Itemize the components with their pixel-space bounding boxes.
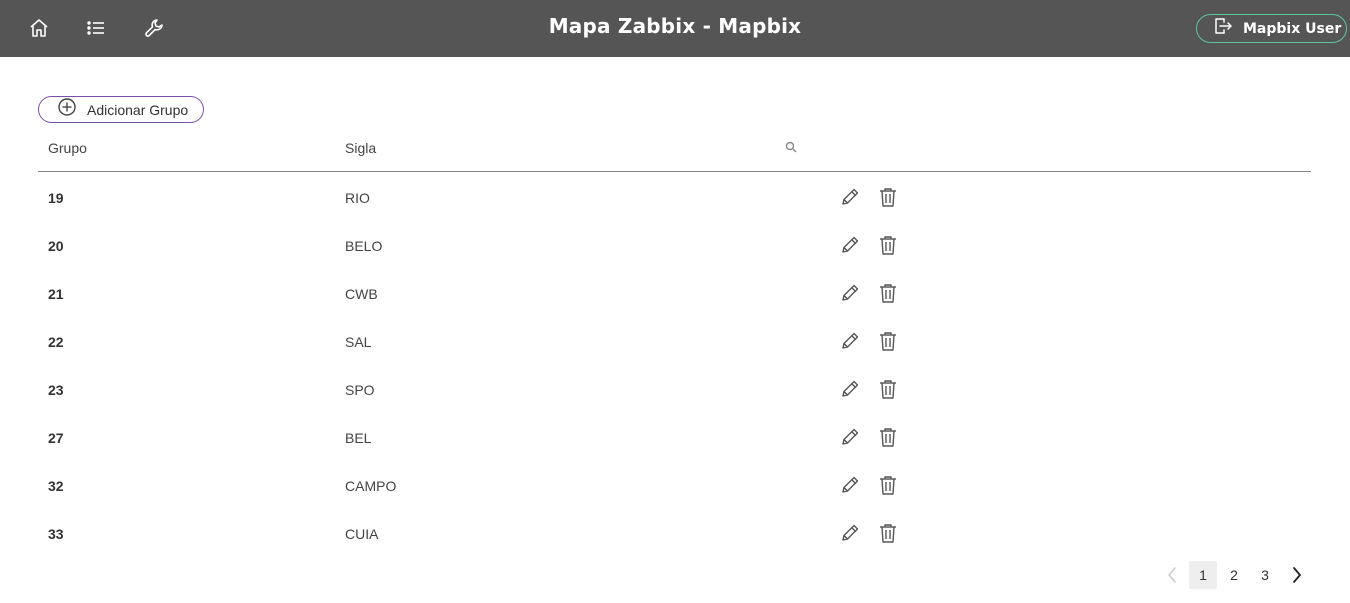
- trash-icon[interactable]: [877, 186, 899, 208]
- row-grupo: 32: [48, 478, 64, 494]
- row-sigla: SAL: [345, 334, 372, 350]
- table-row: 23 SPO: [38, 364, 1311, 412]
- search-icon[interactable]: [785, 140, 797, 153]
- row-grupo: 21: [48, 286, 64, 302]
- column-header-grupo: Grupo: [48, 140, 87, 156]
- row-sigla: BELO: [345, 238, 383, 254]
- app-title: Mapa Zabbix - Mapbix: [548, 14, 802, 38]
- row-sigla: RIO: [345, 190, 370, 206]
- pencil-icon[interactable]: [839, 522, 861, 544]
- row-sigla: CWB: [345, 286, 378, 302]
- pencil-icon[interactable]: [839, 378, 861, 400]
- pagination-next-button[interactable]: [1285, 561, 1309, 589]
- column-header-sigla: Sigla: [345, 140, 377, 156]
- row-grupo: 27: [48, 430, 64, 446]
- trash-icon[interactable]: [877, 378, 899, 400]
- table-row: 20 BELO: [38, 220, 1311, 268]
- table-row: 19 RIO: [38, 172, 1311, 220]
- add-group-button[interactable]: Adicionar Grupo: [38, 96, 204, 123]
- row-grupo: 20: [48, 238, 64, 254]
- add-group-label: Adicionar Grupo: [87, 101, 189, 118]
- trash-icon[interactable]: [877, 234, 899, 256]
- top-bar: Mapa Zabbix - Mapbix Mapbix User: [0, 0, 1350, 57]
- row-grupo: 23: [48, 382, 64, 398]
- pagination-page-3[interactable]: 3: [1251, 561, 1279, 589]
- table-row: 22 SAL: [38, 316, 1311, 364]
- row-grupo: 22: [48, 334, 64, 350]
- trash-icon[interactable]: [877, 426, 899, 448]
- pagination-page-1[interactable]: 1: [1189, 561, 1217, 589]
- table-row: 32 CAMPO: [38, 460, 1311, 508]
- plus-circle-icon: [57, 97, 77, 122]
- row-grupo: 33: [48, 526, 64, 542]
- pencil-icon[interactable]: [839, 474, 861, 496]
- trash-icon[interactable]: [877, 474, 899, 496]
- trash-icon[interactable]: [877, 330, 899, 352]
- trash-icon[interactable]: [877, 282, 899, 304]
- table-row: 27 BEL: [38, 412, 1311, 460]
- logout-icon: [1213, 16, 1233, 41]
- pencil-icon[interactable]: [839, 330, 861, 352]
- trash-icon[interactable]: [877, 522, 899, 544]
- row-sigla: BEL: [345, 430, 372, 446]
- row-sigla: SPO: [345, 382, 375, 398]
- user-logout-button[interactable]: Mapbix User: [1196, 14, 1347, 43]
- pencil-icon[interactable]: [839, 186, 861, 208]
- table-row: 21 CWB: [38, 268, 1311, 316]
- row-sigla: CAMPO: [345, 478, 397, 494]
- pagination-prev-button[interactable]: [1160, 561, 1184, 589]
- pagination-page-2[interactable]: 2: [1220, 561, 1248, 589]
- row-sigla: CUIA: [345, 526, 379, 542]
- user-name: Mapbix User: [1243, 20, 1342, 37]
- row-grupo: 19: [48, 190, 64, 206]
- pencil-icon[interactable]: [839, 426, 861, 448]
- pencil-icon[interactable]: [839, 234, 861, 256]
- pencil-icon[interactable]: [839, 282, 861, 304]
- table-row: 33 CUIA: [38, 508, 1311, 556]
